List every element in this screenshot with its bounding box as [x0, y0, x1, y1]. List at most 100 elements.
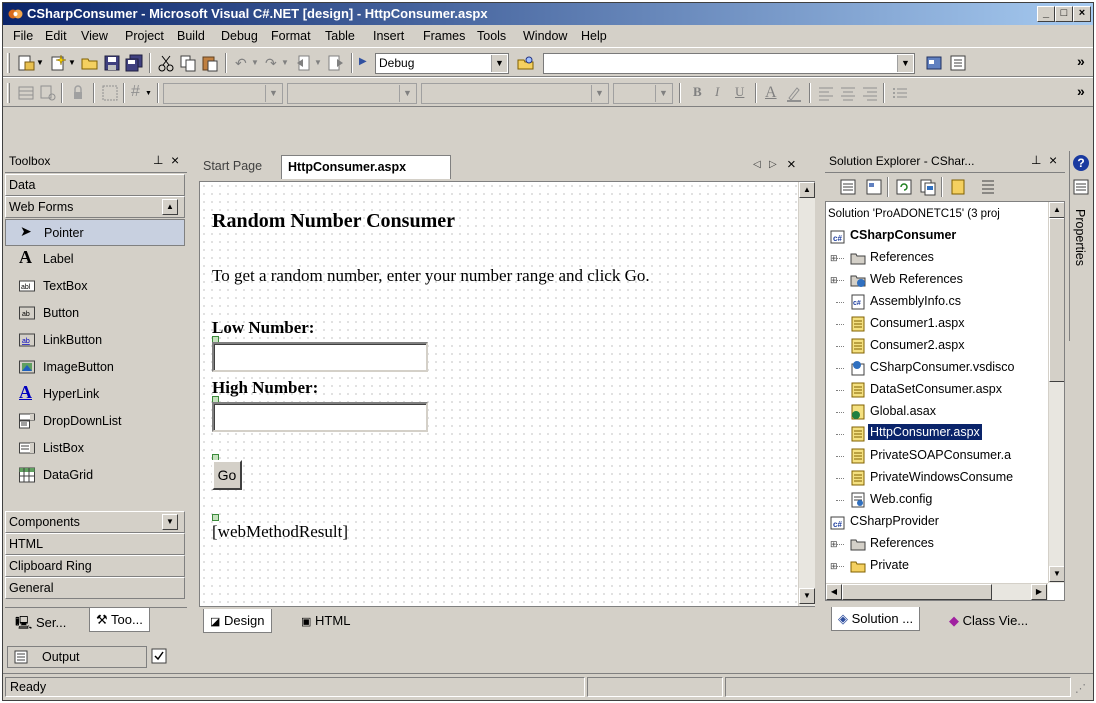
- menu-file[interactable]: File: [13, 29, 33, 43]
- underline-icon[interactable]: U: [735, 84, 744, 100]
- tab-start-page[interactable]: Start Page: [203, 159, 262, 173]
- go-button[interactable]: Go: [212, 460, 242, 490]
- design-view-tab[interactable]: ◪ Design: [203, 609, 272, 633]
- scroll-thumb[interactable]: [1049, 218, 1064, 382]
- view-code-icon[interactable]: [839, 178, 857, 196]
- help-icon[interactable]: ?: [1073, 155, 1089, 171]
- chevron-down-icon[interactable]: ▼: [897, 55, 913, 72]
- toolbox-item-textbox[interactable]: abl TextBox: [5, 273, 185, 300]
- scroll-right-icon[interactable]: ▶: [1031, 584, 1047, 600]
- new-project-icon[interactable]: [17, 54, 35, 72]
- save-all-icon[interactable]: [125, 54, 143, 72]
- scroll-down-icon[interactable]: ▼: [799, 588, 815, 604]
- properties-tab[interactable]: Properties: [1073, 209, 1087, 266]
- close-icon[interactable]: ×: [171, 152, 179, 168]
- chevron-down-icon[interactable]: ▼: [491, 55, 507, 72]
- maximize-button[interactable]: □: [1055, 6, 1073, 22]
- dropdown-arrow-icon[interactable]: ▼: [281, 58, 289, 67]
- toolbox-item-datagrid[interactable]: DataGrid: [5, 462, 185, 489]
- properties-icon[interactable]: [979, 178, 997, 196]
- toolbox-category-html[interactable]: HTML: [5, 533, 185, 555]
- italic-icon[interactable]: I: [715, 84, 719, 100]
- font-color-icon[interactable]: A: [765, 84, 777, 102]
- title-bar[interactable]: CSharpConsumer - Microsoft Visual C#.NET…: [3, 3, 1093, 25]
- menu-build[interactable]: Build: [177, 29, 205, 43]
- refresh-icon[interactable]: [895, 178, 913, 196]
- toolbar-overflow-icon[interactable]: »: [1077, 53, 1085, 69]
- find-in-files-icon[interactable]: [517, 54, 535, 72]
- solution-config-combo[interactable]: Debug ▼: [375, 53, 509, 74]
- redo-icon[interactable]: ↷: [265, 55, 277, 72]
- copy-project-icon[interactable]: [949, 178, 967, 196]
- block-format-combo[interactable]: ▼: [163, 83, 283, 104]
- align-right-icon[interactable]: [861, 84, 879, 102]
- close-document-icon[interactable]: ×: [787, 156, 796, 173]
- menu-frames[interactable]: Frames: [423, 29, 465, 43]
- view-designer-icon[interactable]: [865, 178, 883, 196]
- server-explorer-tab[interactable]: 🖳 Ser...: [9, 610, 72, 634]
- align-center-icon[interactable]: [839, 84, 857, 102]
- show-all-files-icon[interactable]: [919, 178, 937, 196]
- toolbar-grip[interactable]: [7, 53, 10, 73]
- toolbox-category-webforms[interactable]: Web Forms ▲: [5, 196, 185, 218]
- dropdown-arrow-icon[interactable]: ▼: [251, 58, 259, 67]
- close-icon[interactable]: ×: [1049, 152, 1057, 168]
- low-number-textbox[interactable]: [212, 342, 428, 372]
- layout-icon[interactable]: [39, 84, 57, 102]
- pin-icon[interactable]: ⊥: [1031, 153, 1041, 167]
- toolbox-category-clipboard-ring[interactable]: Clipboard Ring: [5, 555, 185, 577]
- pin-icon[interactable]: ⊥: [153, 153, 163, 167]
- output-tab[interactable]: Output: [7, 646, 147, 668]
- menu-view[interactable]: View: [81, 29, 108, 43]
- dropdown-arrow-icon[interactable]: ▼: [314, 58, 322, 67]
- toolbar-grip[interactable]: [7, 83, 10, 103]
- design-surface[interactable]: Random Number Consumer To get a random n…: [199, 181, 815, 607]
- chevron-down-icon[interactable]: ▼: [399, 85, 415, 102]
- chevron-down-icon[interactable]: ▼: [265, 85, 281, 102]
- scroll-up-icon[interactable]: ▲: [162, 199, 178, 215]
- menu-insert[interactable]: Insert: [373, 29, 404, 43]
- scroll-tabs-left-icon[interactable]: ◁: [753, 159, 761, 170]
- navigate-backward-icon[interactable]: [295, 54, 313, 72]
- scroll-down-icon[interactable]: ▼: [162, 514, 178, 530]
- resize-grip-icon[interactable]: ⋰: [1075, 682, 1086, 695]
- start-icon[interactable]: ▶: [359, 56, 367, 67]
- toolbox-category-general[interactable]: General: [5, 577, 185, 599]
- grid-icon[interactable]: [17, 84, 35, 102]
- menu-table[interactable]: Table: [325, 29, 355, 43]
- toolbox-item-hyperlink[interactable]: A HyperLink: [5, 381, 185, 408]
- task-list-icon[interactable]: [151, 648, 167, 664]
- tree-horizontal-scrollbar[interactable]: ◀ ▶: [826, 583, 1048, 600]
- minimize-button[interactable]: _: [1037, 6, 1055, 22]
- toolbox-tab[interactable]: ⚒ Too...: [89, 608, 150, 632]
- toolbox-item-linkbutton[interactable]: ab LinkButton: [5, 327, 185, 354]
- toolbox-category-components[interactable]: Components ▼: [5, 511, 185, 533]
- scroll-up-icon[interactable]: ▲: [799, 182, 815, 198]
- bold-icon[interactable]: B: [693, 84, 702, 100]
- font-size-combo[interactable]: ▼: [613, 83, 673, 104]
- menu-project[interactable]: Project: [125, 29, 164, 43]
- menu-window[interactable]: Window: [523, 29, 567, 43]
- tab-httpconsumer[interactable]: HttpConsumer.aspx: [281, 155, 451, 179]
- lock-icon[interactable]: [69, 84, 87, 102]
- toolbox-item-dropdownlist[interactable]: DropDownList: [5, 408, 185, 435]
- open-file-icon[interactable]: [81, 54, 99, 72]
- dropdown-arrow-icon[interactable]: ▼: [68, 58, 76, 67]
- align-left-icon[interactable]: [817, 84, 835, 102]
- scroll-up-icon[interactable]: ▲: [1049, 202, 1064, 218]
- highlight-icon[interactable]: [785, 84, 803, 102]
- toolbox-item-label[interactable]: A Label: [5, 246, 185, 273]
- navigate-forward-icon[interactable]: [327, 54, 345, 72]
- chevron-down-icon[interactable]: ▼: [655, 85, 671, 102]
- menu-edit[interactable]: Edit: [45, 29, 67, 43]
- menu-tools[interactable]: Tools: [477, 29, 506, 43]
- solution-explorer-tab[interactable]: ◈ Solution ...: [831, 607, 921, 631]
- menu-format[interactable]: Format: [271, 29, 311, 43]
- scroll-down-icon[interactable]: ▼: [1049, 566, 1064, 582]
- properties-window-icon[interactable]: [949, 54, 967, 72]
- properties-window-icon[interactable]: [1073, 179, 1089, 195]
- font-combo[interactable]: ▼: [421, 83, 609, 104]
- toolbox-category-data[interactable]: Data: [5, 174, 185, 196]
- scroll-tabs-right-icon[interactable]: ▷: [769, 159, 777, 170]
- scroll-thumb[interactable]: [842, 584, 992, 600]
